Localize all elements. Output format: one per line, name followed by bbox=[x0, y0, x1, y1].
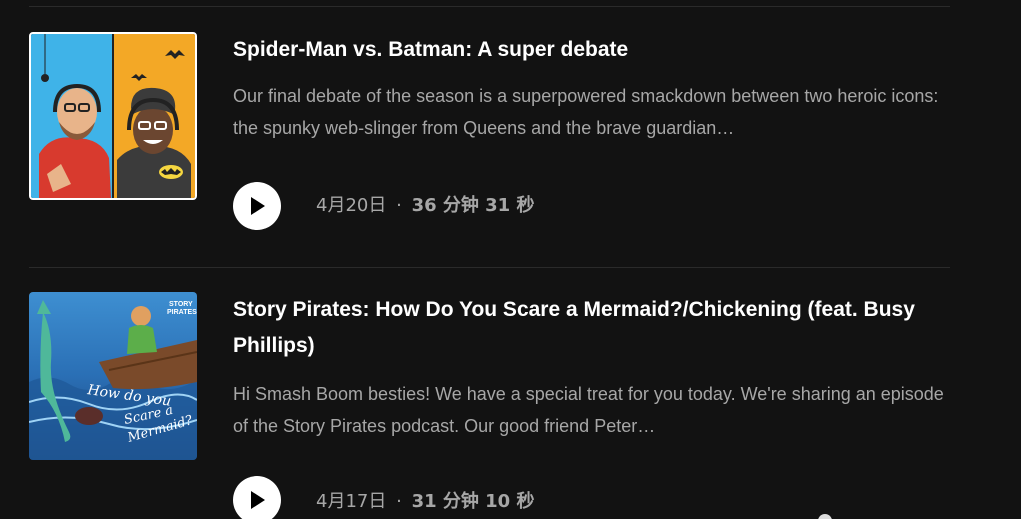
episode-date: 4月17日 bbox=[316, 491, 387, 512]
play-button[interactable] bbox=[233, 182, 281, 230]
episode-row[interactable]: STORY PIRATES How do you Scare a Mermaid… bbox=[29, 292, 989, 519]
play-button[interactable] bbox=[233, 476, 281, 519]
episode-cover-art[interactable]: STORY PIRATES How do you Scare a Mermaid… bbox=[29, 292, 197, 460]
episode-date: 4月20日 bbox=[316, 195, 387, 216]
play-icon bbox=[251, 197, 265, 215]
meta-separator: · bbox=[396, 491, 402, 512]
episode-duration: 31 分钟 10 秒 bbox=[411, 491, 535, 512]
mermaid-cover-art-icon: STORY PIRATES How do you Scare a Mermaid… bbox=[29, 292, 197, 460]
episode-row[interactable]: Spider-Man vs. Batman: A super debate Ou… bbox=[29, 32, 989, 232]
episode-title[interactable]: Spider-Man vs. Batman: A super debate bbox=[233, 32, 973, 68]
episode-list: Spider-Man vs. Batman: A super debate Ou… bbox=[0, 0, 1021, 519]
episode-cover-art[interactable] bbox=[29, 32, 197, 200]
meta-separator: · bbox=[396, 195, 402, 216]
divider bbox=[29, 6, 950, 7]
episode-duration: 36 分钟 31 秒 bbox=[411, 195, 535, 216]
divider bbox=[29, 267, 950, 268]
play-icon bbox=[251, 491, 265, 509]
episode-description: Our final debate of the season is a supe… bbox=[233, 86, 939, 138]
episode-description: Hi Smash Boom besties! We have a special… bbox=[233, 384, 944, 436]
episode-meta: 4月17日 · 31 分钟 10 秒 bbox=[316, 490, 534, 514]
svg-text:STORY: STORY bbox=[169, 301, 193, 308]
episode-meta: 4月20日 · 36 分钟 31 秒 bbox=[316, 194, 534, 218]
podcast-hosts-cover-art-icon bbox=[31, 34, 195, 198]
episode-title[interactable]: Story Pirates: How Do You Scare a Mermai… bbox=[233, 292, 973, 364]
svg-text:PIRATES: PIRATES bbox=[167, 309, 197, 316]
